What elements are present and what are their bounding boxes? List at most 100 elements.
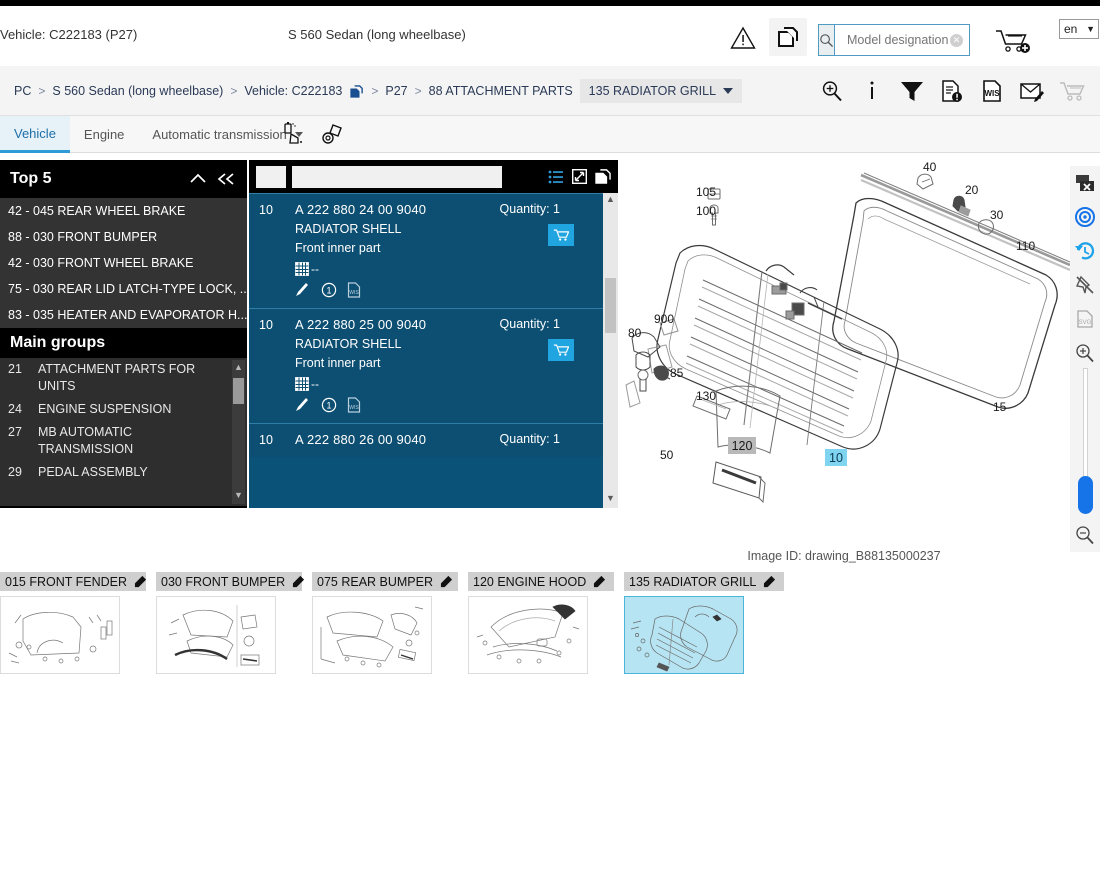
wis-icon[interactable]: WIS (347, 397, 361, 413)
model-search-button[interactable] (819, 25, 835, 55)
collapse-all-icon[interactable] (217, 172, 237, 186)
scroll-up-icon[interactable]: ▲ (603, 194, 618, 208)
thumbnail-caption[interactable]: 135 RADIATOR GRILL (624, 572, 784, 591)
parts-filter-input[interactable] (292, 165, 502, 188)
thumbnail-image[interactable] (0, 596, 120, 674)
paint-brush-icon[interactable] (295, 397, 311, 413)
edit-icon[interactable] (593, 575, 606, 588)
parts-list-body[interactable]: 10 A 222 880 24 00 9040 Quantity: 1 RADI… (249, 193, 618, 508)
tab-vehicle[interactable]: Vehicle (0, 116, 70, 153)
scroll-down-icon[interactable]: ▼ (232, 490, 245, 502)
collapse-chevron-up-icon[interactable] (189, 172, 207, 186)
main-group-item-21[interactable]: 21 ATTACHMENT PARTS FOR UNITS (0, 358, 247, 398)
warning-triangle-icon[interactable] (730, 26, 756, 50)
thumbnail-015-front-fender[interactable]: 015 FRONT FENDER (0, 572, 147, 674)
main-group-item-29[interactable]: 29 PEDAL ASSEMBLY (0, 461, 247, 484)
target-icon[interactable] (1070, 200, 1100, 234)
grid-icon[interactable] (295, 377, 309, 391)
language-select[interactable]: en ▼ (1059, 19, 1099, 39)
exploded-view-drawing[interactable]: 105 100 40 20 30 110 80 900 85 130 50 15… (618, 153, 1070, 552)
info-icon[interactable] (852, 74, 892, 108)
part-row[interactable]: 10 A 222 880 26 00 9040 Quantity: 1 (249, 423, 618, 457)
edit-icon[interactable] (134, 575, 147, 588)
thumbnail-image[interactable] (624, 596, 744, 674)
top5-item-1[interactable]: 88 - 030 FRONT BUMPER (0, 224, 247, 250)
parts-list-scrollbar[interactable]: ▲ ▼ (603, 193, 618, 508)
model-search[interactable]: ✕ (818, 24, 1008, 56)
thumbnail-image[interactable] (156, 596, 276, 674)
breadcrumb-item-0[interactable]: PC (14, 84, 31, 98)
thumbnail-caption[interactable]: 120 ENGINE HOOD (468, 572, 614, 591)
part-number[interactable]: A 222 880 26 00 9040 (295, 432, 426, 447)
tab-engine[interactable]: Engine (70, 116, 138, 153)
top5-item-3[interactable]: 75 - 030 REAR LID LATCH-TYPE LOCK, ... (0, 276, 247, 302)
breadcrumb-bar: PC > S 560 Sedan (long wheelbase) > Vehi… (0, 66, 1100, 116)
wis-document-icon[interactable]: WIS (972, 74, 1012, 108)
expand-icon[interactable] (572, 169, 587, 184)
part-number[interactable]: A 222 880 24 00 9040 (295, 202, 426, 217)
list-view-icon[interactable] (548, 170, 564, 184)
svg-export-icon[interactable]: SVG (1070, 302, 1100, 336)
thumbnail-caption[interactable]: 030 FRONT BUMPER (156, 572, 305, 591)
cart-add-icon[interactable] (994, 28, 1034, 56)
model-search-clear-icon[interactable]: ✕ (950, 34, 963, 47)
model-search-input[interactable] (835, 25, 1008, 55)
thumbnail-image[interactable] (312, 596, 432, 674)
top5-item-0[interactable]: 42 - 045 REAR WHEEL BRAKE (0, 198, 247, 224)
breadcrumb-copy-icon[interactable] (349, 84, 364, 99)
thumbnail-030-front-bumper[interactable]: 030 FRONT BUMPER (156, 572, 305, 674)
document-alert-icon[interactable] (932, 74, 972, 108)
top5-item-4[interactable]: 83 - 035 HEATER AND EVAPORATOR H... (0, 302, 247, 328)
thumbnail-120-engine-hood[interactable]: 120 ENGINE HOOD (468, 572, 614, 674)
add-to-cart-button[interactable] (548, 339, 574, 361)
zoom-slider-knob[interactable] (1078, 476, 1093, 514)
copy-icon[interactable] (769, 18, 807, 56)
edit-icon[interactable] (763, 575, 776, 588)
zoom-out-icon[interactable] (1070, 518, 1100, 552)
top5-item-2[interactable]: 42 - 030 FRONT WHEEL BRAKE (0, 250, 247, 276)
edit-icon[interactable] (292, 575, 305, 588)
thumbnail-135-radiator-grill[interactable]: 135 RADIATOR GRILL (624, 572, 784, 674)
main-group-item-27[interactable]: 27 MB AUTOMATIC TRANSMISSION (0, 421, 247, 461)
note-1-icon[interactable]: 1 (321, 397, 337, 413)
scroll-down-icon[interactable]: ▼ (603, 493, 618, 507)
part-number[interactable]: A 222 880 25 00 9040 (295, 317, 426, 332)
wis-icon[interactable]: WIS (347, 282, 361, 298)
thumbnail-image[interactable] (468, 596, 588, 674)
zoom-in-icon[interactable] (1070, 336, 1100, 370)
main-group-item-24[interactable]: 24 ENGINE SUSPENSION (0, 398, 247, 421)
part-row[interactable]: 10 A 222 880 25 00 9040 Quantity: 1 RADI… (249, 308, 618, 423)
breadcrumb-item-4[interactable]: 88 ATTACHMENT PARTS (429, 84, 573, 98)
unpin-icon[interactable] (1070, 268, 1100, 302)
thumbnail-075-rear-bumper[interactable]: 075 REAR BUMPER (312, 572, 458, 674)
part-row[interactable]: 10 A 222 880 24 00 9040 Quantity: 1 RADI… (249, 193, 618, 308)
note-1-icon[interactable]: 1 (321, 282, 337, 298)
breadcrumb-item-2[interactable]: Vehicle: C222183 (244, 84, 342, 98)
parts-filter-pos-box[interactable] (256, 165, 286, 188)
paint-brush-icon[interactable] (295, 282, 311, 298)
fastener-icon[interactable] (318, 120, 348, 148)
edit-icon[interactable] (440, 575, 453, 588)
main-groups-scrollbar[interactable]: ▲ ▼ (232, 360, 245, 504)
cart-icon[interactable] (1052, 74, 1092, 108)
breadcrumb-item-3[interactable]: P27 (385, 84, 407, 98)
callout-20: 20 (965, 183, 979, 197)
scrollbar-thumb[interactable] (605, 278, 616, 333)
history-undo-icon[interactable] (1070, 234, 1100, 268)
drawing-canvas[interactable]: 105 100 40 20 30 110 80 900 85 130 50 15… (618, 153, 1100, 552)
paint-spray-icon[interactable] (278, 120, 308, 148)
add-to-cart-button[interactable] (548, 224, 574, 246)
zoom-in-icon[interactable] (812, 74, 852, 108)
zoom-slider-track[interactable] (1083, 368, 1088, 488)
breadcrumb-item-1[interactable]: S 560 Sedan (long wheelbase) (52, 84, 223, 98)
thumbnail-caption[interactable]: 015 FRONT FENDER (0, 572, 147, 591)
grid-icon[interactable] (295, 262, 309, 276)
filter-icon[interactable] (892, 74, 932, 108)
breadcrumb-active-dropdown[interactable]: 135 RADIATOR GRILL (579, 79, 743, 103)
thumbnail-caption[interactable]: 075 REAR BUMPER (312, 572, 458, 591)
mail-edit-icon[interactable] (1012, 74, 1052, 108)
scrollbar-thumb[interactable] (233, 378, 244, 404)
scroll-up-icon[interactable]: ▲ (232, 362, 245, 374)
close-image-icon[interactable] (1070, 166, 1100, 200)
duplicate-icon[interactable] (595, 169, 611, 184)
